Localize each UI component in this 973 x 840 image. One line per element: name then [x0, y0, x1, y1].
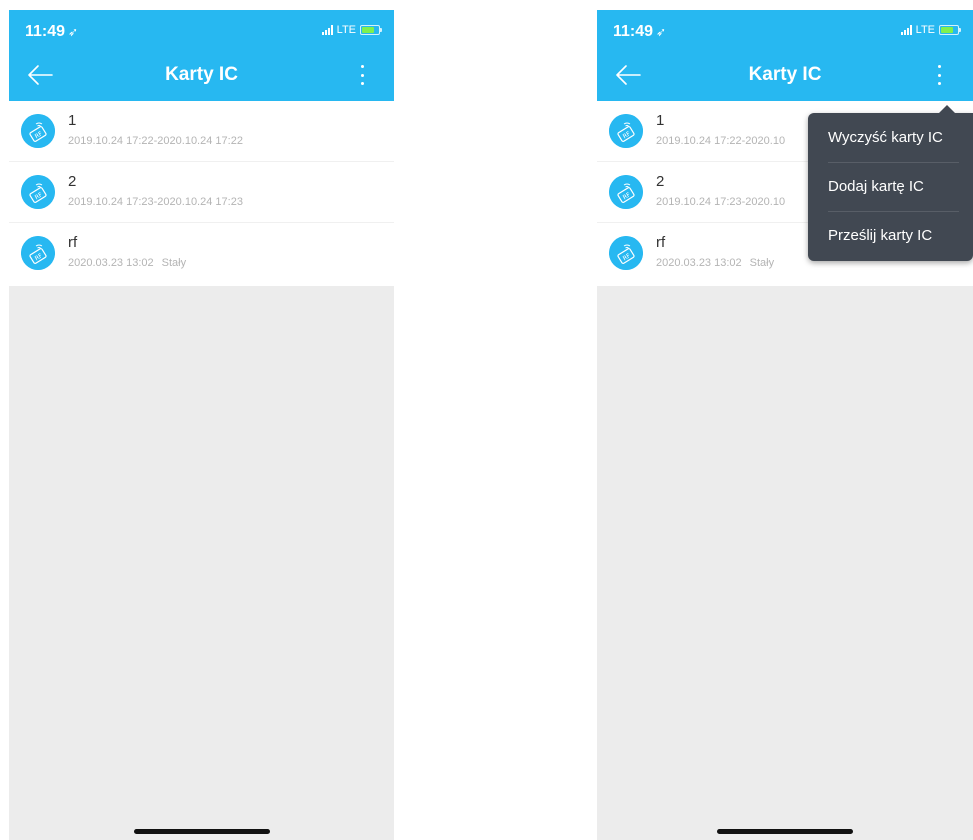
card-permanent-label: Stały — [161, 257, 187, 269]
network-label: LTE — [336, 24, 356, 36]
home-indicator[interactable] — [717, 829, 853, 834]
ic-card-rfid-icon: RF — [21, 236, 55, 270]
location-icon: ➶ — [656, 25, 667, 39]
battery-icon — [360, 25, 382, 35]
card-name: rf — [68, 234, 78, 251]
status-indicators: LTE — [321, 24, 382, 36]
card-date: 2019.10.24 17:22-2020.10.24 17:22 — [68, 135, 243, 147]
card-validity: 2019.10.24 17:22-2020.10 — [656, 135, 785, 147]
signal-icon — [900, 25, 912, 35]
time-text: 11:49 — [613, 23, 654, 40]
card-name: 2 — [68, 173, 77, 190]
ic-card-rfid-icon: RF — [609, 175, 643, 209]
menu-item-clear-cards[interactable]: Wyczyść karty IC — [808, 113, 973, 162]
card-date: 2020.03.23 13:02 — [68, 257, 154, 269]
options-dropdown-menu: Wyczyść karty IC Dodaj kartę IC Prześlij… — [808, 105, 973, 261]
list-item[interactable]: RF rf 2020.03.23 13:02 Stały — [9, 223, 394, 284]
card-list: RF 1 2019.10.24 17:22-2020.10.24 17:22 R… — [9, 101, 394, 286]
location-icon: ➶ — [68, 25, 79, 39]
status-indicators: LTE — [900, 24, 961, 36]
signal-icon — [321, 25, 333, 35]
status-bar: 11:49 ➶ LTE — [597, 10, 973, 47]
navigation-bar: Karty IC — [597, 47, 973, 101]
card-name: 1 — [656, 112, 665, 129]
card-validity: 2019.10.24 17:23-2020.10.24 17:23 — [68, 196, 243, 208]
card-date: 2019.10.24 17:23-2020.10 — [656, 196, 786, 208]
navigation-bar: Karty IC — [9, 47, 394, 101]
card-validity: 2020.03.23 13:02 Stały — [68, 257, 186, 269]
network-label: LTE — [915, 24, 935, 36]
phone-screen-left: 11:49 ➶ LTE Karty IC RF 1 2019.10.24 17:2… — [9, 10, 394, 840]
more-vertical-icon[interactable] — [933, 65, 945, 85]
card-validity: 2019.10.24 17:22-2020.10.24 17:22 — [68, 135, 243, 147]
ic-card-rfid-icon: RF — [609, 236, 643, 270]
status-bar: 11:49 ➶ LTE — [9, 10, 394, 47]
dropdown-pointer — [939, 105, 955, 113]
home-indicator[interactable] — [133, 829, 270, 834]
card-name: rf — [656, 234, 666, 251]
menu-item-add-card[interactable]: Dodaj kartę IC — [808, 162, 973, 211]
card-permanent-label: Stały — [749, 257, 775, 269]
ic-card-rfid-icon: RF — [21, 114, 55, 148]
battery-icon — [939, 25, 961, 35]
card-validity: 2019.10.24 17:23-2020.10 — [656, 196, 785, 208]
card-validity: 2020.03.23 13:02 Stały — [656, 257, 774, 269]
card-date: 2019.10.24 17:23-2020.10.24 17:23 — [68, 196, 243, 208]
card-date: 2020.03.23 13:02 — [656, 257, 742, 269]
list-item[interactable]: RF 1 2019.10.24 17:22-2020.10.24 17:22 — [9, 101, 394, 162]
page-title: Karty IC — [748, 64, 822, 85]
status-time: 11:49 ➶ — [613, 23, 666, 41]
page-title: Karty IC — [165, 64, 238, 85]
card-name: 2 — [656, 173, 665, 190]
status-time: 11:49 ➶ — [25, 23, 78, 41]
list-item[interactable]: RF 2 2019.10.24 17:23-2020.10.24 17:23 — [9, 162, 394, 223]
card-name: 1 — [68, 112, 77, 129]
ic-card-rfid-icon: RF — [21, 175, 55, 209]
time-text: 11:49 — [25, 23, 66, 40]
more-vertical-icon[interactable] — [356, 65, 368, 85]
menu-item-send-cards[interactable]: Prześlij karty IC — [808, 211, 973, 260]
card-date: 2019.10.24 17:22-2020.10 — [656, 135, 786, 147]
ic-card-rfid-icon: RF — [609, 114, 643, 148]
